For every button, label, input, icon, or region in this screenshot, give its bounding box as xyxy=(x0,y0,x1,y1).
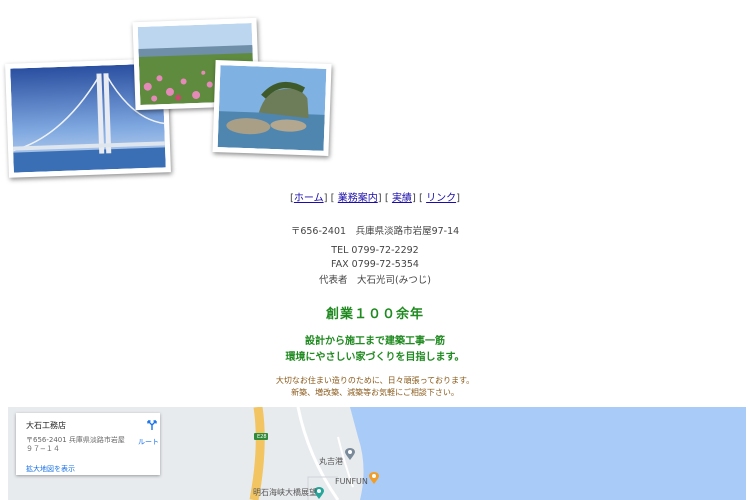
nav-services-link[interactable]: 業務案内 xyxy=(338,193,378,204)
photo-rock-island xyxy=(212,60,332,156)
place-card: 大石工務店 〒656-2401 兵庫県淡路市岩屋９７−１４ ルート 拡大地図を表… xyxy=(16,413,160,475)
company-tel: TEL 0799-72-2292 xyxy=(331,245,419,256)
company-address: 〒656-2401 兵庫県淡路市岩屋97-14 xyxy=(290,226,460,237)
place-name: 大石工務店 xyxy=(26,421,66,430)
nav-home-link[interactable]: ホーム xyxy=(294,193,324,204)
route-link[interactable]: ルート xyxy=(138,437,159,447)
tagline-line2: 環境にやさしい家づくりを目指します。 xyxy=(285,352,465,363)
headline: 創業１００余年 xyxy=(325,307,424,322)
map-label-observatory: 明石海峡大橋展望 xyxy=(253,488,317,497)
place-address: 〒656-2401 兵庫県淡路市岩屋９７−１４ xyxy=(26,436,125,453)
company-fax: FAX 0799-72-5354 xyxy=(331,259,419,270)
company-representative: 代表者 大石光司(みつじ) xyxy=(319,275,431,286)
nav-links-link[interactable]: リンク xyxy=(426,193,456,204)
port-pin-icon[interactable] xyxy=(345,445,355,464)
note-line1: 大切なお住まい造りのために、日々頑張っております。 xyxy=(275,376,475,385)
view-larger-map-link[interactable]: 拡大地図を表示 xyxy=(26,464,75,474)
nav-works-link[interactable]: 実績 xyxy=(392,193,412,204)
restaurant-pin-icon[interactable] xyxy=(369,469,379,488)
road-sign-e28: E28 xyxy=(257,434,267,440)
tagline-line1: 設計から施工まで建築工事一筋 xyxy=(305,336,445,347)
google-map-embed[interactable]: E28 大石工務店 〒656-2401 兵庫県淡路市岩屋９７−１４ ルート 拡大… xyxy=(8,407,746,500)
map-label-funfun: FUNFUN xyxy=(335,477,368,486)
rock-image xyxy=(217,65,327,151)
directions-icon[interactable] xyxy=(146,419,158,433)
map-label-port: 丸吉港 xyxy=(319,457,343,466)
note-line2: 新築、増改築、減築等お気軽にご相談下さい。 xyxy=(291,388,459,397)
main-nav: [ホーム] [ 業務案内] [ 実績] [ リンク] xyxy=(289,193,461,204)
